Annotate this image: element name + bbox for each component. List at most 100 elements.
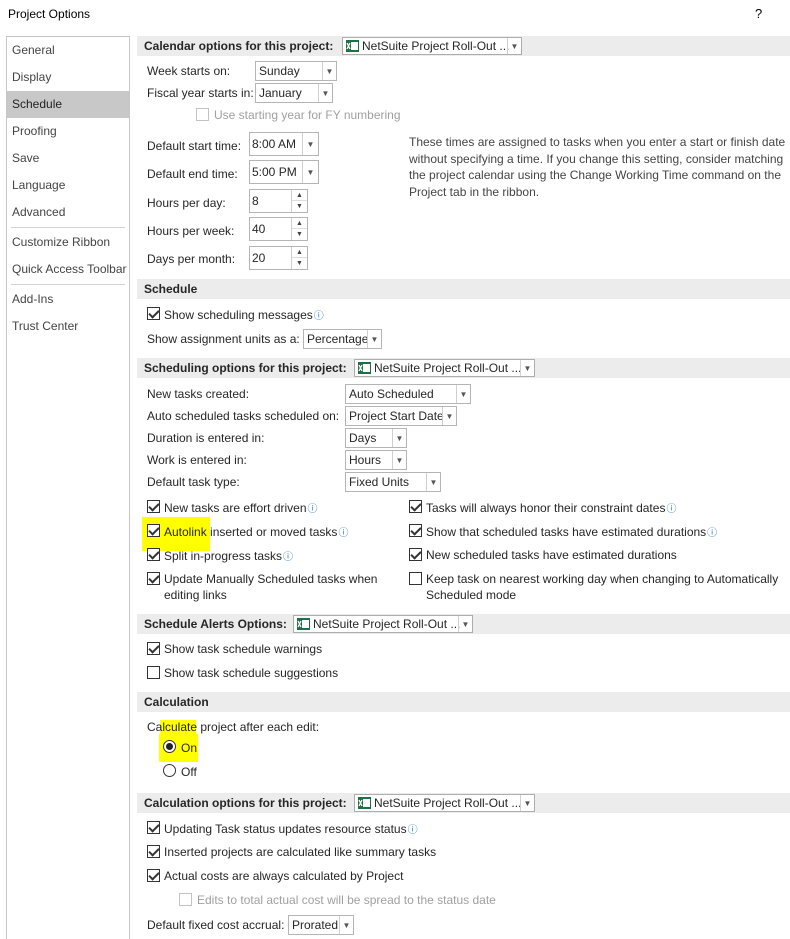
duration-value: Days: [349, 431, 377, 445]
show-scheduling-messages-checkbox[interactable]: [147, 307, 160, 320]
nav-item-quick-access-toolbar[interactable]: Quick Access Toolbar: [7, 256, 129, 283]
scheduling-project-select[interactable]: NetSuite Project Roll-Out ... ▼: [354, 359, 535, 377]
autolink-checkbox[interactable]: [147, 524, 160, 537]
nav-item-trust-center[interactable]: Trust Center: [7, 313, 129, 340]
chevron-down-icon: ▼: [520, 795, 534, 811]
chevron-down-icon: ▼: [302, 133, 318, 155]
alerts-project-select[interactable]: NetSuite Project Roll-Out ... ▼: [293, 615, 473, 633]
calendar-project-name: NetSuite Project Roll-Out ...: [362, 39, 510, 53]
hours-per-week-label: Hours per week:: [147, 224, 235, 238]
hours-per-day-spinner[interactable]: 8 ▲ ▼: [249, 189, 308, 213]
honor-constraints-checkbox[interactable]: [409, 500, 422, 513]
spin-up-icon[interactable]: ▲: [292, 218, 307, 229]
update-manual-checkbox[interactable]: [147, 572, 160, 585]
use-fy-label: Use starting year for FY numbering: [214, 108, 401, 122]
default-start-value: 8:00 AM: [252, 137, 297, 151]
help-button[interactable]: ?: [755, 6, 762, 21]
calculation-section-header: Calculation: [137, 692, 790, 712]
split-progress-checkbox[interactable]: [147, 548, 160, 561]
show-suggestions-checkbox[interactable]: [147, 666, 160, 679]
nav-item-proofing[interactable]: Proofing: [7, 118, 129, 145]
hours-per-day-value: 8: [252, 194, 259, 208]
chevron-down-icon: ▼: [322, 62, 336, 80]
new-estimated-checkbox[interactable]: [409, 548, 422, 561]
days-per-month-spinner[interactable]: 20 ▲ ▼: [249, 246, 308, 270]
assignment-units-value: Percentage: [307, 332, 369, 346]
excel-project-icon: [358, 362, 371, 374]
work-select[interactable]: Hours ▼: [345, 450, 407, 470]
days-per-month-label: Days per month:: [147, 252, 236, 266]
effort-driven-label: New tasks are effort driven: [164, 501, 307, 515]
keep-task-checkbox[interactable]: [409, 572, 422, 585]
assignment-units-select[interactable]: Percentage ▼: [303, 329, 382, 349]
calc-options-project-select[interactable]: NetSuite Project Roll-Out ... ▼: [354, 794, 535, 812]
inserted-projects-checkbox[interactable]: [147, 845, 160, 858]
task-type-select[interactable]: Fixed Units ▼: [345, 472, 441, 492]
alerts-section-title: Schedule Alerts Options:: [144, 617, 287, 631]
show-warnings-checkbox[interactable]: [147, 642, 160, 655]
nav-item-general[interactable]: General: [7, 37, 129, 64]
spin-down-icon[interactable]: ▼: [292, 201, 307, 212]
show-estimated-label: Show that scheduled tasks have estimated…: [426, 525, 707, 539]
show-estimated-checkbox[interactable]: [409, 524, 422, 537]
auto-scheduled-select[interactable]: Project Start Date ▼: [345, 406, 457, 426]
edits-total-checkbox[interactable]: [179, 893, 192, 906]
default-start-label: Default start time:: [147, 139, 242, 153]
fiscal-year-select[interactable]: January ▼: [255, 83, 333, 103]
calculate-label-suffix: project after each edit:: [197, 720, 320, 734]
default-start-select[interactable]: 8:00 AM ▼: [249, 132, 319, 156]
split-progress-text: Split in-progress tasksⓘ: [164, 548, 293, 563]
nav-item-add-ins[interactable]: Add-Ins: [7, 286, 129, 313]
nav-divider: [11, 284, 125, 285]
fixed-cost-select[interactable]: Prorated ▼: [288, 915, 354, 935]
duration-select[interactable]: Days ▼: [345, 428, 407, 448]
default-times-description: These times are assigned to tasks when y…: [409, 135, 786, 199]
info-icon: ⓘ: [666, 504, 677, 515]
calc-on-label: On: [181, 741, 198, 755]
info-icon: ⓘ: [338, 528, 349, 539]
calc-off-radio[interactable]: [163, 764, 176, 777]
autolink-label-highlighted: Autolink: [164, 525, 207, 539]
show-suggestions-label: Show task schedule suggestions: [164, 666, 339, 680]
schedule-options-panel: Calendar options for this project: NetSu…: [137, 36, 790, 939]
spin-down-icon[interactable]: ▼: [292, 229, 307, 240]
calendar-project-select[interactable]: NetSuite Project Roll-Out ... ▼: [342, 37, 522, 55]
chevron-down-icon: ▼: [318, 84, 332, 102]
spin-up-icon[interactable]: ▲: [292, 190, 307, 201]
effort-driven-checkbox[interactable]: [147, 500, 160, 513]
chevron-down-icon: ▼: [442, 407, 456, 425]
spin-up-icon[interactable]: ▲: [292, 247, 307, 258]
calculation-section-title: Calculation: [144, 695, 209, 709]
work-label: Work is entered in:: [147, 453, 247, 467]
week-starts-select[interactable]: Sunday ▼: [255, 61, 337, 81]
nav-item-customize-ribbon[interactable]: Customize Ribbon: [7, 229, 129, 256]
inserted-projects-label: Inserted projects are calculated like su…: [164, 845, 437, 859]
hours-per-week-spinner[interactable]: 40 ▲ ▼: [249, 217, 308, 241]
schedule-section-title: Schedule: [144, 282, 198, 296]
calc-options-section-title: Calculation options for this project:: [144, 796, 347, 810]
update-manual-label-line1: Update Manually Scheduled tasks when: [164, 572, 378, 586]
nav-item-schedule[interactable]: Schedule: [7, 91, 129, 118]
updating-status-checkbox[interactable]: [147, 821, 160, 834]
excel-project-icon: [346, 40, 359, 52]
nav-item-display[interactable]: Display: [7, 64, 129, 91]
scheduling-project-name: NetSuite Project Roll-Out ...: [374, 361, 522, 375]
use-fy-checkbox[interactable]: [196, 108, 209, 121]
nav-item-language[interactable]: Language: [7, 172, 129, 199]
actual-costs-label: Actual costs are always calculated by Pr…: [164, 869, 404, 883]
calc-on-radio[interactable]: [163, 740, 176, 753]
nav-item-save[interactable]: Save: [7, 145, 129, 172]
default-end-select[interactable]: 5:00 PM ▼: [249, 160, 319, 184]
nav-item-advanced[interactable]: Advanced: [7, 199, 129, 226]
actual-costs-checkbox[interactable]: [147, 869, 160, 882]
options-nav: General Display Schedule Proofing Save L…: [6, 36, 130, 939]
honor-constraints-label: Tasks will always honor their constraint…: [426, 501, 666, 515]
updating-status-text: Updating Task status updates resource st…: [164, 821, 418, 836]
duration-label: Duration is entered in:: [147, 431, 265, 445]
fixed-cost-value: Prorated: [292, 918, 339, 932]
fixed-cost-label: Default fixed cost accrual:: [147, 918, 285, 932]
spin-down-icon[interactable]: ▼: [292, 258, 307, 269]
hours-per-day-label: Hours per day:: [147, 196, 226, 210]
auto-scheduled-label: Auto scheduled tasks scheduled on:: [147, 409, 340, 423]
new-tasks-select[interactable]: Auto Scheduled ▼: [345, 384, 471, 404]
